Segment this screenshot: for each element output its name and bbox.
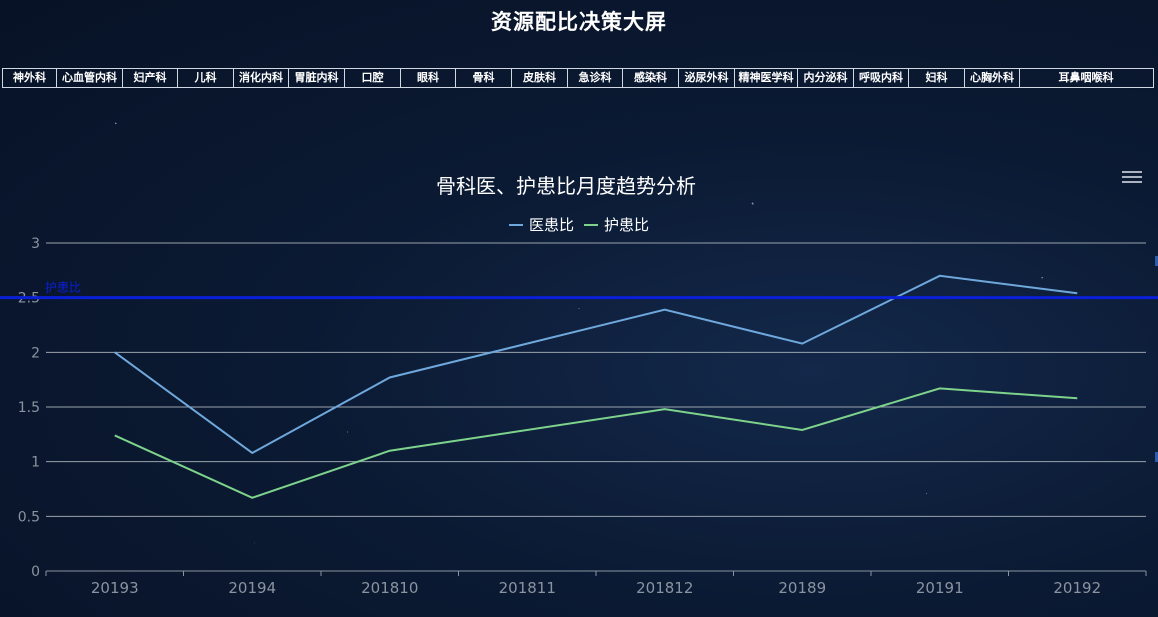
doctor-ratio-line	[114, 274, 1078, 455]
x-tick-label: 201812	[636, 579, 693, 597]
y-tick-label: 0.5	[18, 509, 40, 525]
x-tick-label: 20194	[228, 579, 276, 597]
y-tick-label: 1	[31, 455, 40, 471]
x-tick-label: 20189	[778, 579, 826, 597]
line-chart: 00.511.522.53201932019420181020181120181…	[0, 236, 1158, 597]
reference-line-label: 护患比	[45, 281, 81, 295]
y-tick-label: 1.5	[18, 400, 40, 416]
y-tick-label: 3	[31, 236, 40, 252]
x-tick-label: 201811	[499, 579, 556, 597]
y-tick-label: 2	[31, 345, 40, 361]
x-tick-label: 20191	[916, 579, 964, 597]
nurse-ratio-line	[114, 387, 1078, 499]
y-tick-label: 0	[31, 564, 40, 580]
x-tick-label: 20192	[1053, 579, 1101, 597]
x-tick-label: 20193	[91, 579, 139, 597]
x-tick-label: 201810	[361, 579, 418, 597]
